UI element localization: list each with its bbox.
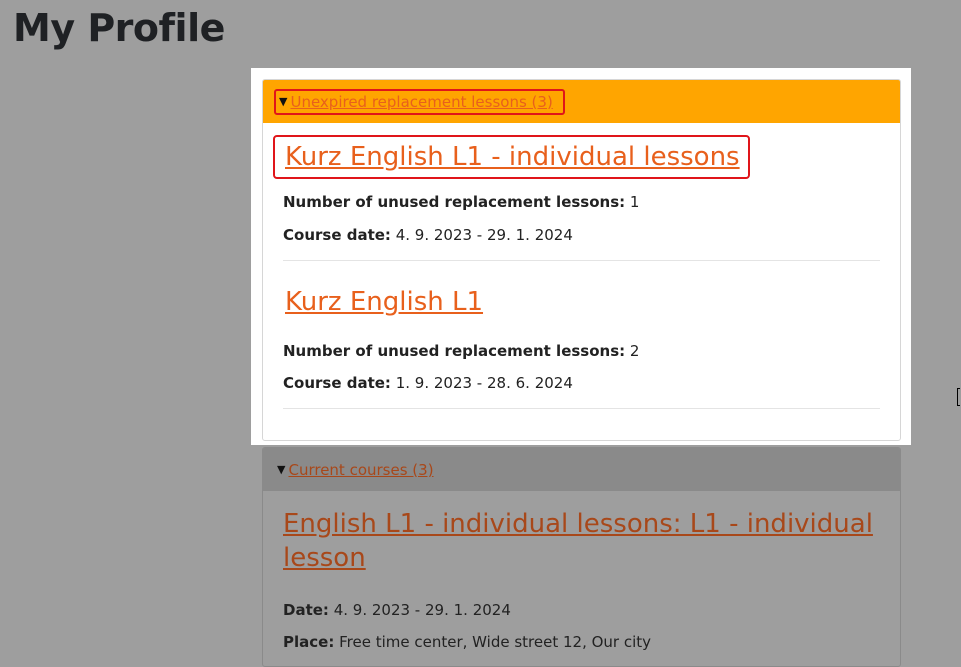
course-date-value: 1. 9. 2023 - 28. 6. 2024	[395, 374, 573, 392]
current-courses-body: English L1 - individual lessons: L1 - in…	[263, 491, 900, 652]
unused-lessons-label: Number of unused replacement lessons:	[283, 193, 626, 211]
place-label: Place:	[283, 633, 335, 651]
replacement-lessons-panel: ▼ Unexpired replacement lessons (3) Kurz…	[262, 79, 901, 441]
triangle-down-icon: ▼	[277, 463, 286, 476]
date-label: Date:	[283, 601, 329, 619]
course-place-row: Place: Free time center, Wide street 12,…	[283, 632, 880, 652]
replacement-lessons-toggle[interactable]: ▼ Unexpired replacement lessons (3)	[274, 88, 565, 115]
date-value: 4. 9. 2023 - 29. 1. 2024	[333, 601, 511, 619]
list-item: Kurz English L1 Number of unused replace…	[283, 261, 880, 409]
text-cursor-icon	[957, 388, 960, 406]
current-courses-toggle[interactable]: ▼ Current courses (3)	[274, 457, 444, 483]
course-link[interactable]: Kurz English L1 - individual lessons	[285, 142, 740, 172]
replacement-lessons-body: Kurz English L1 - individual lessons Num…	[263, 123, 900, 409]
unused-lessons-value: 2	[629, 342, 640, 360]
place-value: Free time center, Wide street 12, Our ci…	[339, 633, 652, 651]
course-date-row: Course date: 4. 9. 2023 - 29. 1. 2024	[283, 225, 880, 245]
course-link[interactable]: English L1 - individual lessons: L1 - in…	[283, 509, 873, 573]
course-title-highlight: Kurz English L1 - individual lessons	[273, 135, 750, 179]
list-item: Kurz English L1 - individual lessons Num…	[273, 123, 880, 261]
course-title-wrap: Kurz English L1	[273, 280, 493, 324]
course-date-label: Course date:	[283, 374, 391, 392]
course-date-value: 4. 9. 2023 - 29. 1. 2024	[395, 226, 573, 244]
page-title: My Profile	[13, 6, 225, 50]
course-date-row: Date: 4. 9. 2023 - 29. 1. 2024	[283, 600, 880, 620]
triangle-down-icon: ▼	[279, 95, 288, 108]
unused-lessons-row: Number of unused replacement lessons: 1	[283, 192, 880, 212]
unused-lessons-label: Number of unused replacement lessons:	[283, 342, 626, 360]
current-courses-link[interactable]: Current courses (3)	[288, 461, 433, 479]
unused-lessons-value: 1	[629, 193, 640, 211]
course-date-label: Course date:	[283, 226, 391, 244]
course-link[interactable]: Kurz English L1	[285, 287, 483, 317]
replacement-lessons-header: ▼ Unexpired replacement lessons (3)	[263, 80, 900, 123]
replacement-lessons-link[interactable]: Unexpired replacement lessons (3)	[290, 93, 552, 111]
current-courses-panel: ▼ Current courses (3) English L1 - indiv…	[262, 447, 901, 667]
list-item: English L1 - individual lessons: L1 - in…	[283, 491, 880, 652]
current-courses-header: ▼ Current courses (3)	[263, 448, 900, 491]
unused-lessons-row: Number of unused replacement lessons: 2	[283, 341, 880, 361]
course-date-row: Course date: 1. 9. 2023 - 28. 6. 2024	[283, 373, 880, 393]
